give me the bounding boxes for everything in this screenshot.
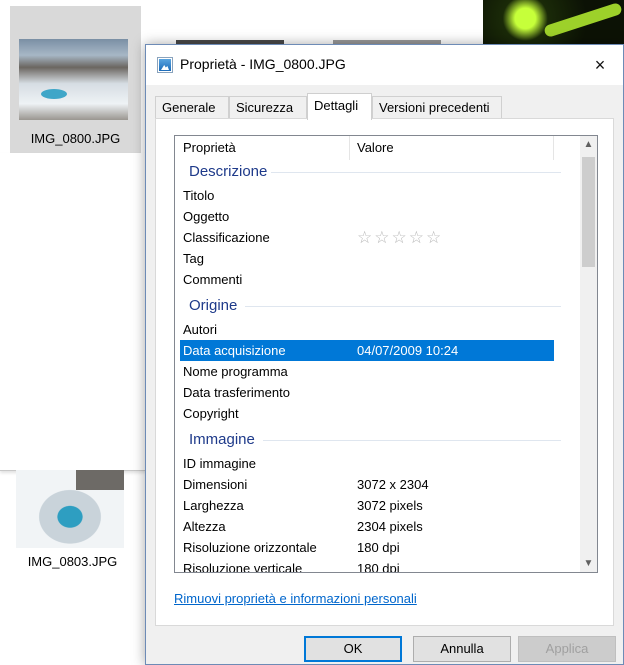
close-button[interactable]: × <box>577 45 623 85</box>
property-name: Tag <box>183 251 204 266</box>
property-name: Classificazione <box>183 230 270 245</box>
cancel-button[interactable]: Annulla <box>413 636 511 662</box>
property-value: 3072 pixels <box>357 498 423 513</box>
close-icon: × <box>594 54 606 75</box>
property-name: Nome programma <box>183 364 288 379</box>
property-row-selected[interactable]: Data acquisizione 04/07/2009 10:24 <box>180 340 554 361</box>
property-name: Autori <box>183 322 217 337</box>
properties-dialog: Proprietà - IMG_0800.JPG × Generale Sicu… <box>145 44 624 665</box>
property-row[interactable]: Classificazione ☆☆☆☆☆ <box>175 227 575 248</box>
property-name: Oggetto <box>183 209 230 224</box>
vertical-scrollbar[interactable]: ▲ ▼ <box>580 136 597 572</box>
property-row[interactable]: Autori <box>175 319 575 340</box>
group-divider <box>263 440 561 441</box>
property-row[interactable]: Nome programma <box>175 361 575 382</box>
chevron-up-icon: ▲ <box>583 139 594 150</box>
property-row[interactable]: Titolo <box>175 185 575 206</box>
tab-versioni-precedenti[interactable]: Versioni precedenti <box>372 96 502 119</box>
property-name: Data acquisizione <box>183 343 286 358</box>
property-row[interactable]: Tag <box>175 248 575 269</box>
remove-properties-link[interactable]: Rimuovi proprietà e informazioni persona… <box>174 591 417 606</box>
property-name: Risoluzione verticale <box>183 561 303 573</box>
group-header-immagine: Immagine <box>189 431 255 448</box>
tab-dettagli[interactable]: Dettagli <box>307 93 372 120</box>
column-header-property[interactable]: Proprietà <box>175 136 349 160</box>
details-panel: Proprietà Valore Descrizione Titolo Ogge… <box>155 118 614 626</box>
file-name: IMG_0800.JPG <box>30 131 121 146</box>
group-divider <box>271 172 561 173</box>
property-row[interactable]: Oggetto <box>175 206 575 227</box>
property-name: Titolo <box>183 188 215 203</box>
property-value: 2304 pixels <box>357 519 423 534</box>
property-row[interactable]: Data trasferimento <box>175 382 575 403</box>
file-thumbnail-partial[interactable] <box>483 0 624 46</box>
background-window <box>0 153 146 471</box>
scroll-down-button[interactable]: ▼ <box>580 555 597 572</box>
image-file-icon <box>157 57 173 73</box>
property-value: 180 dpi <box>357 561 400 573</box>
ok-button[interactable]: OK <box>304 636 402 662</box>
file-thumbnail-image <box>19 39 128 120</box>
column-header-value[interactable]: Valore <box>349 136 549 160</box>
property-name: ID immagine <box>183 456 256 471</box>
rating-stars[interactable]: ☆☆☆☆☆ <box>357 227 443 248</box>
property-name: Altezza <box>183 519 226 534</box>
properties-list[interactable]: Proprietà Valore Descrizione Titolo Ogge… <box>174 135 598 573</box>
column-separator[interactable] <box>553 136 554 160</box>
property-name: Dimensioni <box>183 477 248 492</box>
property-name: Data trasferimento <box>183 385 290 400</box>
property-name: Risoluzione orizzontale <box>183 540 317 555</box>
dialog-title: Proprietà - IMG_0800.JPG <box>180 56 346 72</box>
property-row[interactable]: Dimensioni 3072 x 2304 <box>175 474 575 495</box>
property-row[interactable]: Copyright <box>175 403 575 424</box>
scroll-up-button[interactable]: ▲ <box>580 136 597 153</box>
apply-button[interactable]: Applica <box>518 636 616 662</box>
group-header-descrizione: Descrizione <box>189 163 268 180</box>
chevron-down-icon: ▼ <box>583 558 594 569</box>
group-header-origine: Origine <box>189 297 238 314</box>
group-divider <box>245 306 561 307</box>
property-name: Copyright <box>183 406 239 421</box>
property-name: Commenti <box>183 272 243 287</box>
property-row[interactable]: Risoluzione verticale 180 dpi <box>175 558 575 573</box>
tab-generale[interactable]: Generale <box>155 96 229 119</box>
property-value[interactable]: 04/07/2009 10:24 <box>357 340 458 361</box>
tab-sicurezza[interactable]: Sicurezza <box>229 96 307 119</box>
file-name[interactable]: IMG_0803.JPG <box>10 554 135 569</box>
dialog-titlebar[interactable]: Proprietà - IMG_0800.JPG × <box>146 45 623 85</box>
file-thumbnail-image[interactable] <box>16 470 124 548</box>
property-row[interactable]: Commenti <box>175 269 575 290</box>
property-row[interactable]: Altezza 2304 pixels <box>175 516 575 537</box>
property-row[interactable]: Risoluzione orizzontale 180 dpi <box>175 537 575 558</box>
scrollbar-thumb[interactable] <box>582 157 595 267</box>
property-name: Larghezza <box>183 498 244 513</box>
property-row[interactable]: ID immagine <box>175 453 575 474</box>
property-value: 3072 x 2304 <box>357 477 429 492</box>
file-tile-selected[interactable]: IMG_0800.JPG <box>10 6 141 153</box>
property-row[interactable]: Larghezza 3072 pixels <box>175 495 575 516</box>
property-value: 180 dpi <box>357 540 400 555</box>
